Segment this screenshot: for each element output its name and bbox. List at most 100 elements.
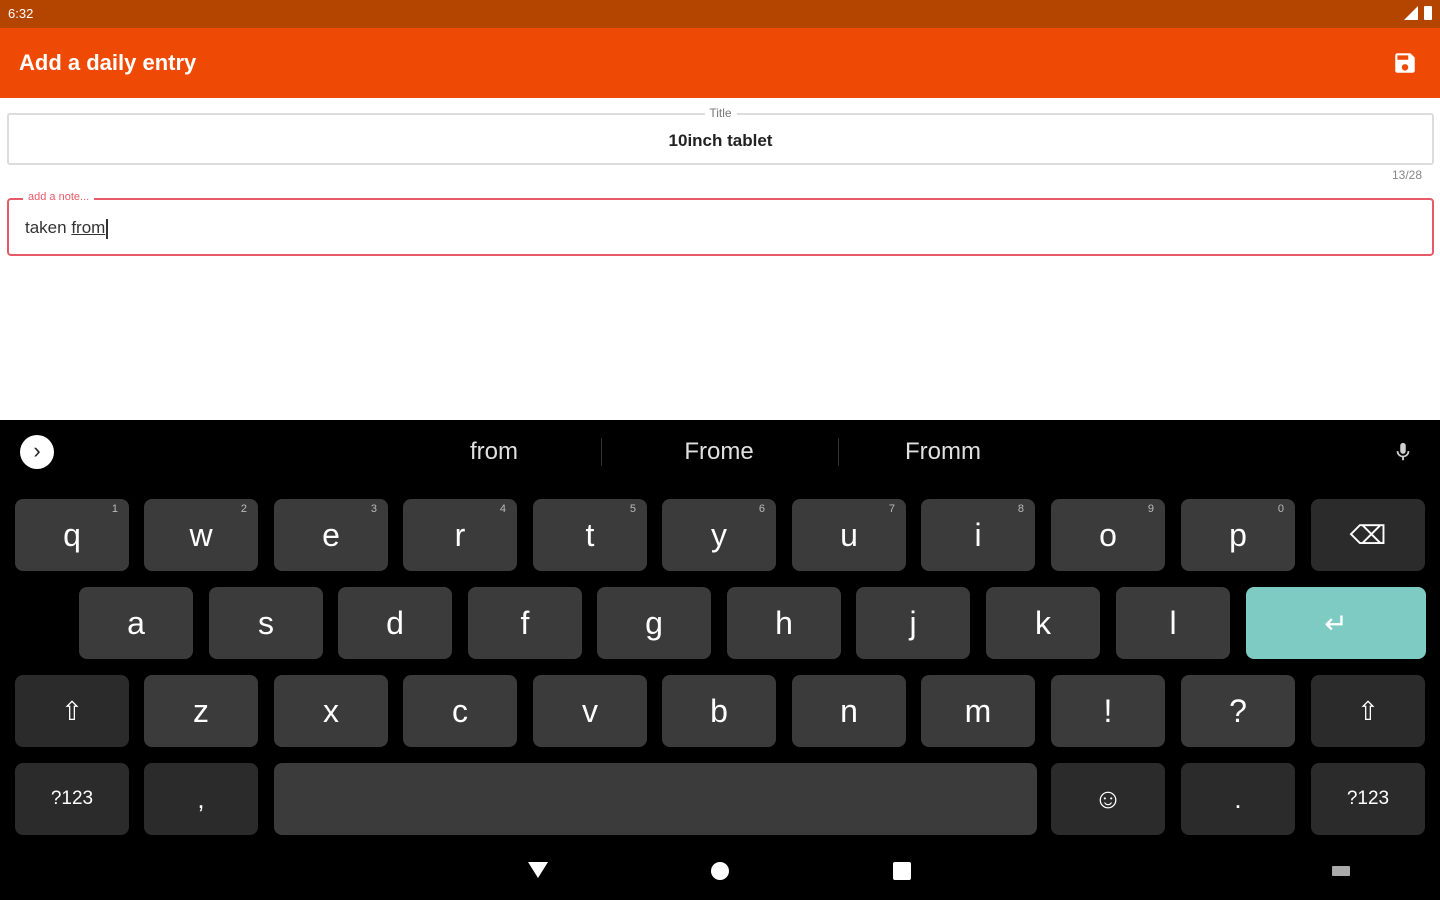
recents-square-icon[interactable] — [893, 862, 911, 880]
key-i[interactable]: i8 — [921, 499, 1035, 571]
key-label: t — [585, 516, 595, 553]
status-time: 6:32 — [8, 6, 34, 21]
key-label: w — [189, 516, 213, 553]
keyboard-switch-icon[interactable] — [1332, 866, 1350, 876]
key-label: l — [1169, 604, 1177, 641]
key-label: h — [775, 604, 793, 641]
enter-key[interactable]: ↵ — [1246, 587, 1426, 659]
shift-icon: ⇧ — [61, 695, 83, 726]
key-hint: 4 — [499, 503, 506, 515]
emoji-key[interactable]: ☺ — [1051, 763, 1165, 835]
key-p[interactable]: p0 — [1181, 499, 1295, 571]
note-field-value: taken from — [25, 218, 109, 239]
save-icon[interactable] — [1392, 50, 1418, 76]
key-m[interactable]: m — [921, 675, 1035, 747]
key-h[interactable]: h — [727, 587, 841, 659]
emoji-icon: ☺ — [1093, 783, 1123, 814]
shift-key-right[interactable]: ⇧ — [1311, 675, 1425, 747]
key-label: ?123 — [1346, 788, 1390, 809]
note-composing-word: from — [71, 218, 106, 237]
symbols-key-left[interactable]: ?123 — [15, 763, 129, 835]
key-b[interactable]: b — [662, 675, 776, 747]
key-hint: 5 — [629, 503, 636, 515]
key-n[interactable]: n — [792, 675, 906, 747]
navigation-bar — [0, 844, 1440, 900]
key-label: ! — [1103, 692, 1113, 729]
key-f[interactable]: f — [468, 587, 582, 659]
key-hint: 6 — [758, 503, 765, 515]
suggestion-divider — [838, 438, 839, 466]
key-label: c — [452, 692, 468, 729]
key-label: i — [974, 516, 982, 553]
suggestion-divider — [601, 438, 602, 466]
backspace-key[interactable]: ⌫ — [1311, 499, 1425, 571]
key-y[interactable]: y6 — [662, 499, 776, 571]
key-question[interactable]: ? — [1181, 675, 1295, 747]
key-x[interactable]: x — [274, 675, 388, 747]
key-r[interactable]: r4 — [403, 499, 517, 571]
symbols-key-right[interactable]: ?123 — [1311, 763, 1425, 835]
note-text: taken — [25, 218, 72, 237]
expand-toolbar-icon[interactable]: › — [20, 435, 54, 469]
key-hint: 8 — [1017, 503, 1024, 515]
key-label: b — [710, 692, 728, 729]
key-e[interactable]: e3 — [274, 499, 388, 571]
key-label: v — [582, 692, 598, 729]
return-arrow-icon: ↵ — [1324, 607, 1348, 639]
key-w[interactable]: w2 — [144, 499, 258, 571]
space-key[interactable] — [274, 763, 1037, 835]
suggestion-2[interactable]: Frome — [684, 438, 753, 466]
key-label: u — [840, 516, 858, 553]
key-v[interactable]: v — [533, 675, 647, 747]
key-t[interactable]: t5 — [533, 499, 647, 571]
key-s[interactable]: s — [209, 587, 323, 659]
backspace-icon: ⌫ — [1349, 519, 1387, 550]
key-d[interactable]: d — [338, 587, 452, 659]
app-bar: Add a daily entry — [0, 28, 1440, 98]
key-label: a — [127, 604, 145, 641]
comma-key[interactable]: , — [144, 763, 258, 835]
key-k[interactable]: k — [986, 587, 1100, 659]
key-label: k — [1035, 604, 1051, 641]
key-label: r — [454, 516, 466, 553]
home-circle-icon[interactable] — [711, 862, 729, 880]
key-q[interactable]: q1 — [15, 499, 129, 571]
key-o[interactable]: o9 — [1051, 499, 1165, 571]
period-key[interactable]: . — [1181, 763, 1295, 835]
shift-key-left[interactable]: ⇧ — [15, 675, 129, 747]
key-label: e — [322, 516, 340, 553]
key-label: x — [323, 692, 339, 729]
key-exclamation[interactable]: ! — [1051, 675, 1165, 747]
key-label: o — [1099, 516, 1117, 553]
key-label: y — [711, 516, 727, 553]
key-a[interactable]: a — [79, 587, 193, 659]
key-hint: 9 — [1147, 503, 1154, 515]
title-field[interactable]: Title 10inch tablet — [7, 106, 1434, 165]
key-label: n — [840, 692, 858, 729]
battery-icon — [1424, 6, 1432, 20]
microphone-icon[interactable] — [1392, 438, 1414, 466]
title-char-counter: 13/28 — [1391, 168, 1422, 182]
signal-icon — [1404, 6, 1418, 20]
suggestion-strip: › from Frome Fromm — [0, 420, 1440, 484]
key-hint: 1 — [111, 503, 118, 515]
key-label: , — [197, 783, 205, 814]
key-hint: 7 — [888, 503, 895, 515]
note-field[interactable]: add a note... taken from — [7, 191, 1434, 256]
key-j[interactable]: j — [856, 587, 970, 659]
key-label: d — [386, 604, 404, 641]
key-label: g — [645, 604, 663, 641]
key-g[interactable]: g — [597, 587, 711, 659]
key-hint: 3 — [370, 503, 377, 515]
suggestion-3[interactable]: Fromm — [905, 438, 981, 466]
key-z[interactable]: z — [144, 675, 258, 747]
key-c[interactable]: c — [403, 675, 517, 747]
page-title: Add a daily entry — [19, 50, 197, 75]
suggestion-1[interactable]: from — [470, 438, 518, 466]
back-triangle-icon[interactable] — [528, 862, 548, 878]
key-label: p — [1229, 516, 1247, 553]
title-field-value: 10inch tablet — [668, 131, 773, 150]
key-label: m — [964, 692, 992, 729]
key-u[interactable]: u7 — [792, 499, 906, 571]
key-l[interactable]: l — [1116, 587, 1230, 659]
